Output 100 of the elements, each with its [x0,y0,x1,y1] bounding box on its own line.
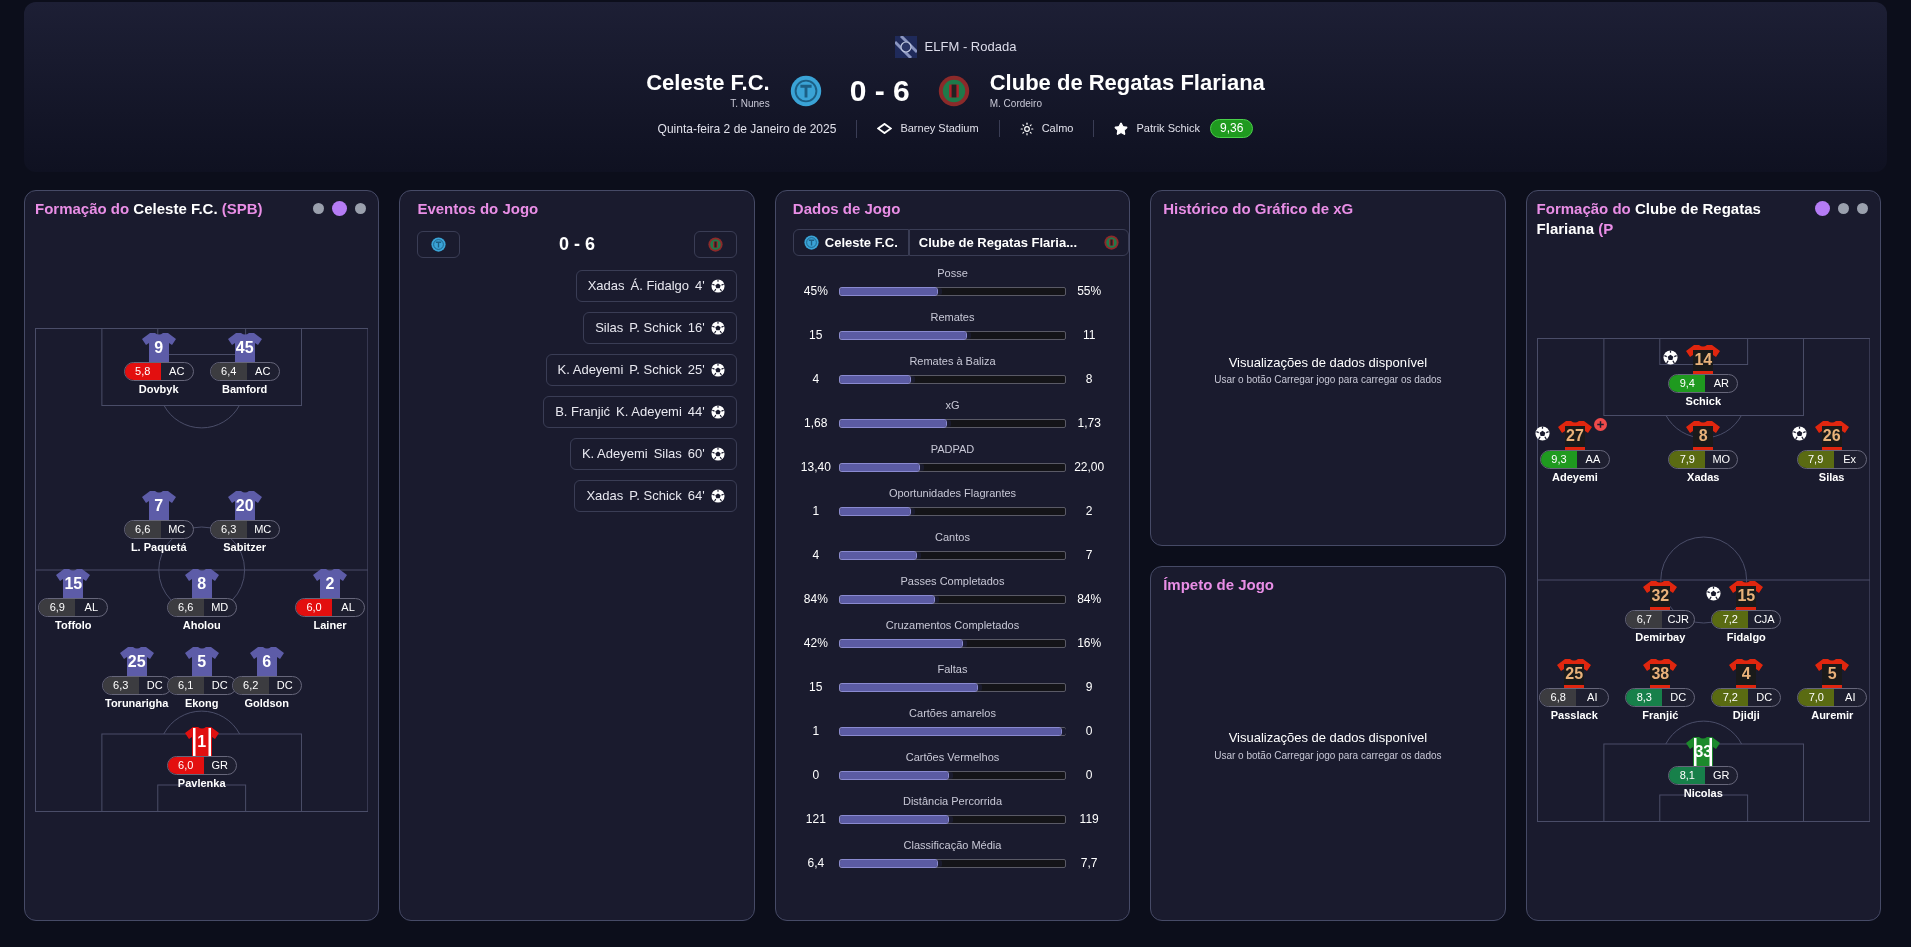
stat-value: 1,68 [803,415,829,432]
player-rating: 7,2 [1712,610,1749,628]
event-minute: 16' [687,319,705,338]
event-scorer: P. Schick [629,487,682,506]
goal-event[interactable]: Xadas Á. Fidalgo 4' [575,270,737,302]
goal-event[interactable]: Xadas P. Schick 64' [574,480,737,512]
player-of-match-rating: 9,36 [1210,119,1254,138]
player-name: Adeyemi [1552,469,1598,485]
goal-event[interactable]: K. Adeyemi P. Schick 25' [545,354,737,386]
stat-value: 8 [1084,371,1094,388]
player-rating: 6,3 [210,520,247,538]
stat-label: Posse [937,266,968,281]
position-label: DC [1755,689,1774,705]
stat-value: 13,40 [799,459,832,476]
position-label: MD [210,599,230,615]
stat-value: 121 [804,811,827,828]
event-assist: B. Franjić [555,403,611,422]
shirt-number: 8 [1698,426,1708,445]
panel-title: Formação do Celeste F.C. (SPB) [35,199,263,219]
shirt-number: 45 [235,338,254,357]
team-crest-button[interactable] [417,231,461,258]
competition-title: ELFM - Rodada [924,38,1017,57]
stat-value: 42% [802,635,829,652]
position-label: DC [145,677,164,693]
stat-value: 2 [1084,503,1094,520]
stat-label: Cantos [935,530,970,545]
shirt-number: 15 [64,574,83,593]
stat-label: Passes Completados [900,574,1005,589]
shirt-number: 4 [1741,664,1751,683]
shirt-number: 25 [127,652,146,671]
player-rating: 7,9 [1669,450,1706,468]
player-rating: 6,3 [102,676,139,694]
soccer-ball-icon [710,489,725,503]
team-tab[interactable]: Celeste F.C. [792,229,909,256]
shirt-icon [1728,657,1765,688]
player-name: Torunarigha [105,695,169,711]
event-assist: K. Adeyemi [581,445,648,464]
crest-icon [803,235,819,250]
event-assist: K. Adeyemi [557,361,624,380]
player-rating: 6,8 [1540,688,1577,706]
shirt-icon [55,567,92,598]
position-label: AA [1584,451,1602,467]
player-rating: 6,7 [1626,610,1663,628]
stat-value: 4 [811,371,821,388]
goal-event[interactable]: B. Franjić K. Adeyemi 44' [543,396,737,428]
star-icon [1114,121,1129,136]
shirt-number: 25 [1565,664,1584,683]
player-name: Bamford [222,381,268,397]
competition-logo-icon [894,36,917,58]
position-label: AL [83,599,100,615]
shirt-icon [226,331,263,362]
player-rating: 7,2 [1712,688,1749,706]
position-label: CJA [1752,611,1776,627]
crest-icon [707,237,723,252]
shirt-icon [1556,419,1593,450]
shirt-icon [1685,735,1722,766]
soccer-ball-icon [1663,349,1679,365]
player-name: Pavlenka [177,775,226,791]
soccer-ball-icon [710,405,725,419]
player-rating: 6,4 [210,362,247,380]
stat-label: Cruzamentos Completados [885,618,1020,633]
position-label: AC [254,363,272,379]
player-name: Toffolo [55,617,92,633]
position-label: AR [1712,375,1730,391]
soccer-ball-icon [710,363,725,377]
stat-value: 1 [811,723,821,740]
position-label: AL [340,599,356,615]
match-score: 0 - 6 [848,73,911,109]
shirt-number: 2 [325,574,335,593]
position-label: MC [167,521,187,537]
team-tab[interactable]: Clube de Regatas Flaria... [908,229,1130,256]
position-label: MO [1711,451,1732,467]
player-name: Fidalgo [1726,629,1766,645]
event-minute: 4' [695,277,705,296]
stat-value: 84% [802,591,829,608]
stat-value: 45% [802,283,829,300]
shirt-icon [226,489,263,520]
event-assist: Xadas [587,277,625,296]
crest-icon [1104,235,1120,250]
stat-label: Remates [930,310,975,325]
stat-value: 55% [1076,283,1103,300]
player-rating: 7,0 [1798,688,1835,706]
team-crest-button[interactable] [693,231,737,258]
position-label: AI [1844,689,1857,705]
player-name: Nicolas [1683,785,1723,801]
soccer-ball-icon [710,447,725,461]
shirt-icon [1814,657,1851,688]
stadium-icon [877,123,893,134]
position-label: CJR [1666,611,1690,627]
player-name: Ekong [184,695,219,711]
shirt-icon [118,645,155,676]
player-name: Aholou [182,617,221,633]
stat-value: 9 [1084,679,1094,696]
stat-value: 0 [811,767,821,784]
goal-event[interactable]: K. Adeyemi Silas 60' [569,438,737,470]
player-name: Silas [1818,469,1845,485]
stat-label: Oportunidades Flagrantes [888,486,1017,501]
goal-event[interactable]: Silas P. Schick 16' [583,312,737,344]
stat-label: Distância Percorrida [902,794,1002,809]
soccer-ball-icon [1706,585,1722,601]
